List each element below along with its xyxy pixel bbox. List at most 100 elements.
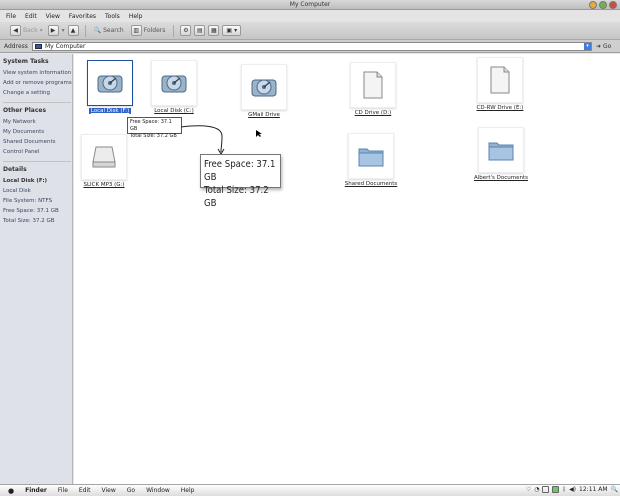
volume-icon[interactable]: ◀)	[569, 486, 576, 493]
place-shared-documents[interactable]: Shared Documents	[3, 137, 72, 147]
mouse-cursor-icon	[256, 130, 262, 137]
wifi-icon[interactable]: ◔	[534, 486, 539, 493]
address-label: Address	[4, 42, 28, 50]
up-arrow-icon: ▲	[70, 27, 76, 34]
hard-drive-icon	[151, 60, 197, 106]
detail-type: Local Disk	[3, 188, 31, 194]
hard-drive-icon	[241, 64, 287, 110]
chevron-down-icon: ▾	[39, 27, 43, 34]
folder-item-alberts-documents[interactable]: Albert's Documents	[471, 127, 531, 181]
forward-arrow-icon: ▶	[50, 27, 56, 34]
menu-bar: File Edit View Favorites Tools Help	[0, 10, 620, 22]
detail-total-size: Total Size: 37.2 GB	[3, 218, 55, 224]
gear-icon: ⚙	[183, 27, 189, 34]
menu-go[interactable]: Go	[127, 487, 135, 494]
menu-edit[interactable]: Edit	[25, 13, 37, 20]
system-tasks-heading: System Tasks	[3, 58, 49, 65]
item-label: GMail Drive	[248, 112, 280, 118]
back-button[interactable]: ◀ Back ▾	[8, 25, 45, 36]
detail-free-space: Free Space: 37.1 GB	[3, 208, 59, 214]
paste-button[interactable]: ▦	[208, 25, 220, 36]
close-button[interactable]	[609, 1, 617, 9]
drive-item-cd-rw-drive-e[interactable]: CD-RW Drive (E:)	[470, 57, 530, 111]
menu-help[interactable]: Help	[181, 487, 195, 494]
drive-item-local-disk-f[interactable]: Local Disk (F:)	[80, 60, 140, 114]
clock[interactable]: 12:11 AM	[579, 486, 607, 493]
system-tray: ♡ ◔ ᛒ ◀) 12:11 AM 🔍	[526, 486, 618, 493]
removable-drive-icon	[81, 134, 127, 180]
address-value: My Computer	[45, 42, 86, 50]
document-icon	[350, 62, 396, 108]
task-change-setting[interactable]: Change a setting	[3, 88, 72, 98]
item-label: CD Drive (D:)	[354, 110, 392, 116]
menu-help[interactable]: Help	[129, 13, 143, 20]
views-button[interactable]: ▣ ▾	[222, 25, 242, 36]
folder-item-shared-documents[interactable]: Shared Documents	[341, 133, 401, 187]
minimize-button[interactable]	[589, 1, 597, 9]
go-arrow-icon: ➜	[596, 42, 602, 50]
go-label: Go	[603, 42, 612, 50]
drive-item-slick-mp3-g[interactable]: SLICK MP3 (G:)	[74, 134, 134, 188]
task-view-system-info[interactable]: View system information	[3, 68, 72, 78]
folders-button[interactable]: ▥ Folders	[129, 25, 168, 36]
battery-icon[interactable]	[552, 486, 560, 493]
bottom-menu-bar: ● Finder File Edit View Go Window Help ♡…	[0, 484, 620, 496]
sidebar-divider	[3, 102, 71, 103]
address-dropdown-button[interactable]: ▾	[584, 42, 591, 50]
search-icon[interactable]: 🔍	[611, 486, 618, 493]
window-title: My Computer	[289, 1, 331, 8]
details-heading: Details	[3, 166, 27, 173]
place-my-documents[interactable]: My Documents	[3, 127, 72, 137]
menu-window[interactable]: Window	[146, 487, 170, 494]
copy-icon: ▤	[197, 27, 203, 34]
maximize-button[interactable]	[599, 1, 607, 9]
settings-button[interactable]: ⚙	[180, 25, 192, 36]
address-field[interactable]: My Computer ▾	[32, 41, 592, 51]
menu-view[interactable]: View	[46, 13, 60, 20]
magnified-free-space: Free Space: 37.1 GB	[204, 159, 276, 183]
folder-icon	[478, 127, 524, 173]
up-button[interactable]: ▲	[67, 25, 79, 36]
menu-file[interactable]: File	[6, 13, 16, 20]
other-places-heading: Other Places	[3, 107, 47, 114]
menu-finder[interactable]: Finder	[25, 487, 47, 494]
detail-name: Local Disk (F:)	[3, 178, 48, 184]
task-pane: System Tasks View system information Add…	[0, 54, 73, 484]
item-label: Albert's Documents	[473, 175, 529, 181]
drive-item-gmail-drive[interactable]: GMail Drive	[234, 64, 294, 118]
item-label: Shared Documents	[344, 181, 398, 187]
tooltip-free-space: Free Space: 37.1 GB	[130, 119, 172, 132]
detail-file-system: File System: NTFS	[3, 198, 53, 204]
menu-view[interactable]: View	[102, 487, 116, 494]
menu-file[interactable]: File	[58, 487, 68, 494]
heart-icon[interactable]: ♡	[526, 486, 531, 493]
menu-tools[interactable]: Tools	[105, 13, 120, 20]
folders-label: Folders	[143, 27, 166, 34]
drive-item-cd-drive-d[interactable]: CD Drive (D:)	[343, 62, 403, 116]
views-icon: ▣	[226, 27, 233, 34]
window-buttons	[589, 1, 617, 9]
item-label: Local Disk (F:)	[88, 108, 132, 114]
go-button[interactable]: ➜ Go	[596, 43, 611, 50]
title-bar: My Computer	[0, 0, 620, 10]
place-my-network[interactable]: My Network	[3, 117, 72, 127]
copy-button[interactable]: ▤	[194, 25, 206, 36]
toolbar-divider	[173, 24, 175, 37]
item-label: SLICK MP3 (G:)	[83, 182, 125, 188]
magnified-tooltip: Free Space: 37.1 GB Total Size: 37.2 GB	[200, 154, 281, 209]
apple-icon[interactable]: ●	[8, 487, 14, 495]
toolbar-divider	[84, 24, 86, 37]
display-icon[interactable]	[542, 486, 550, 493]
menu-edit[interactable]: Edit	[79, 487, 91, 494]
bluetooth-icon[interactable]: ᛒ	[562, 486, 566, 493]
menu-favorites[interactable]: Favorites	[69, 13, 96, 20]
forward-button[interactable]: ▶	[47, 25, 59, 36]
chevron-down-icon[interactable]: ▾	[62, 27, 65, 34]
drive-item-local-disk-c[interactable]: Local Disk (C:)	[144, 60, 204, 114]
search-label: Search	[103, 27, 124, 34]
folders-icon: ▥	[130, 25, 142, 36]
document-icon	[477, 57, 523, 103]
search-button[interactable]: 🔍 Search	[92, 27, 126, 34]
task-add-remove-programs[interactable]: Add or remove programs	[3, 78, 72, 88]
place-control-panel[interactable]: Control Panel	[3, 147, 72, 157]
